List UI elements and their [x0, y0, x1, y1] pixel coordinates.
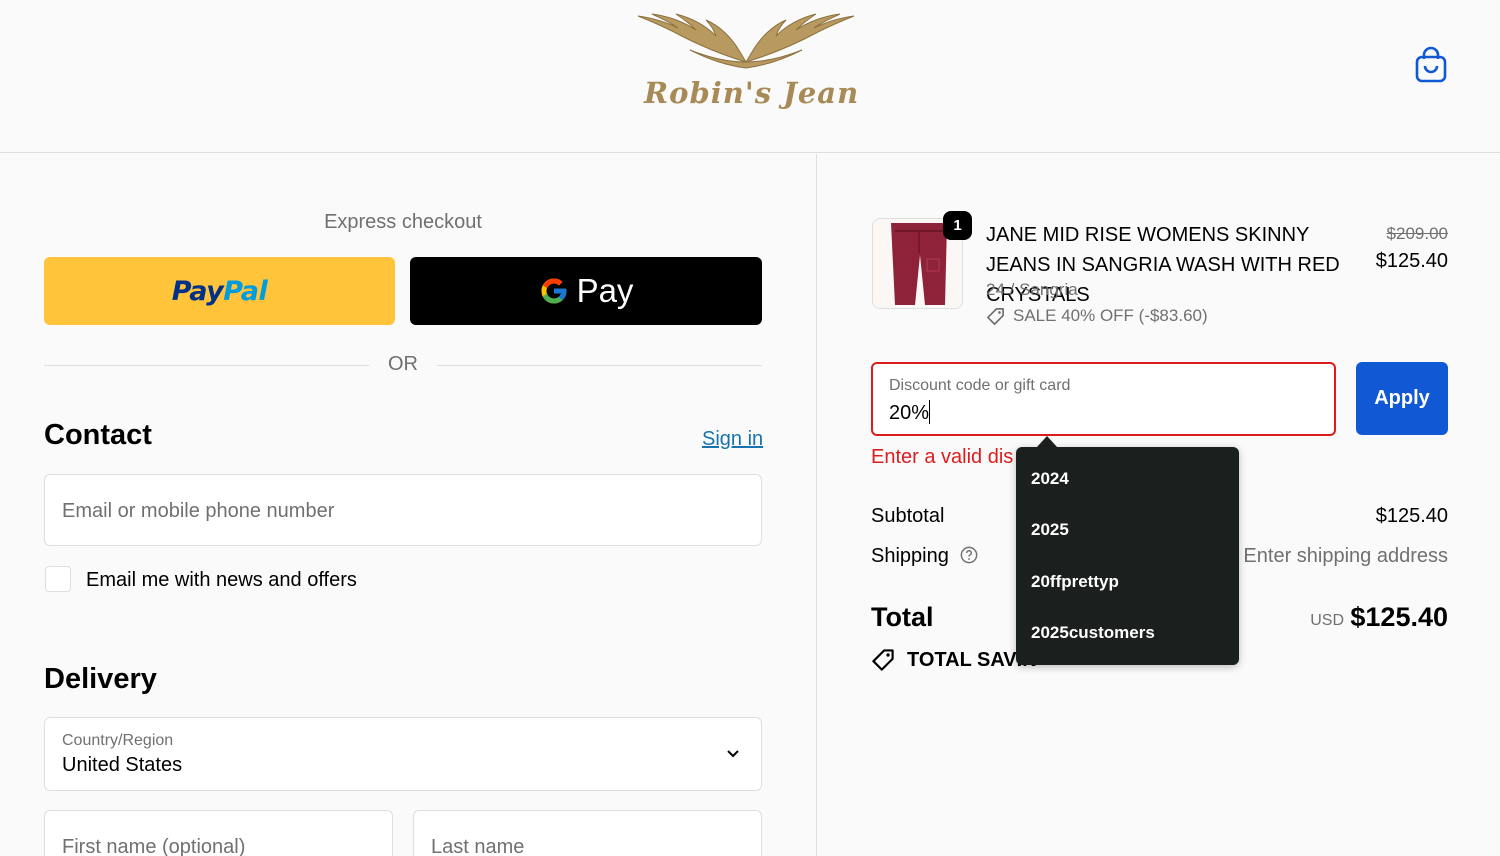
- logo-text: Robin's Jean: [644, 76, 860, 110]
- chevron-down-icon: [727, 750, 739, 758]
- discount-code-field[interactable]: Discount code or gift card 20%: [871, 362, 1336, 436]
- delivery-heading: Delivery: [44, 663, 157, 695]
- autocomplete-option[interactable]: 2025customers: [1031, 623, 1155, 643]
- autocomplete-option[interactable]: 20ffprettyp: [1031, 572, 1119, 592]
- paypal-button[interactable]: PayPal: [44, 257, 395, 325]
- total-value: $125.40: [1350, 602, 1448, 632]
- tag-icon: [987, 307, 1004, 325]
- sale-text: SALE 40% OFF (-$83.60): [1013, 306, 1208, 325]
- contact-heading: Contact: [44, 419, 152, 451]
- shipping-row-label: Shipping: [871, 545, 978, 568]
- apply-button[interactable]: Apply: [1356, 362, 1448, 435]
- last-name-placeholder: Last name: [431, 836, 525, 856]
- country-value: United States: [62, 754, 183, 776]
- divider-left: [44, 365, 369, 366]
- google-pay-button[interactable]: Pay: [410, 257, 762, 325]
- savings-tag-icon: [872, 649, 894, 671]
- email-field[interactable]: Email or mobile phone number: [44, 474, 762, 546]
- store-logo[interactable]: Robin's Jean: [630, 10, 862, 122]
- shipping-label: Shipping: [871, 545, 949, 567]
- newsletter-label: Email me with news and offers: [86, 569, 357, 591]
- google-pay-label: Pay: [576, 272, 634, 309]
- first-name-placeholder: First name (optional): [62, 836, 246, 856]
- shopping-bag-icon[interactable]: [1414, 46, 1448, 84]
- sale-discount-line: SALE 40% OFF (-$83.60): [986, 306, 1208, 326]
- email-placeholder: Email or mobile phone number: [62, 500, 335, 522]
- or-divider-label: OR: [388, 353, 418, 375]
- sale-price: $125.40: [1375, 250, 1448, 272]
- autocomplete-dropdown: 2024 2025 20ffprettyp 2025customers: [1016, 447, 1239, 665]
- country-select[interactable]: Country/Region United States: [44, 717, 762, 791]
- google-g-icon: [541, 278, 567, 304]
- autocomplete-option[interactable]: 2025: [1031, 520, 1069, 540]
- divider-right: [437, 365, 762, 366]
- checkout-form-panel: Express checkout PayPal Pay OR Contact S…: [0, 154, 817, 856]
- quantity-badge: 1: [943, 211, 972, 240]
- sign-in-link[interactable]: Sign in: [702, 428, 763, 451]
- express-checkout-label: Express checkout: [324, 211, 482, 233]
- newsletter-checkbox[interactable]: [45, 566, 71, 592]
- autocomplete-arrow: [1037, 436, 1057, 447]
- first-name-field[interactable]: First name (optional): [44, 810, 393, 856]
- total-label: Total: [871, 602, 934, 632]
- original-price: $209.00: [1386, 224, 1448, 243]
- site-header: Robin's Jean: [0, 0, 1500, 153]
- shipping-value: Enter shipping address: [1243, 545, 1448, 567]
- discount-value: 20%: [889, 400, 931, 424]
- autocomplete-option[interactable]: 2024: [1031, 469, 1069, 489]
- help-circle-icon[interactable]: [960, 546, 978, 564]
- subtotal-label: Subtotal: [871, 505, 945, 527]
- text-cursor: [929, 400, 931, 424]
- product-variant: 24 / Sangria: [986, 280, 1078, 299]
- discount-label: Discount code or gift card: [889, 377, 1071, 394]
- total-savings-line: TOTAL SAVIN: [871, 648, 1037, 672]
- last-name-field[interactable]: Last name: [413, 810, 762, 856]
- discount-error-text: Enter a valid dis: [871, 446, 1014, 468]
- subtotal-value: $125.40: [1375, 505, 1448, 527]
- country-label: Country/Region: [62, 732, 174, 749]
- paypal-logo: PayPal: [171, 275, 268, 307]
- wings-logo-icon: [637, 13, 855, 69]
- total-currency: USD: [1310, 612, 1344, 629]
